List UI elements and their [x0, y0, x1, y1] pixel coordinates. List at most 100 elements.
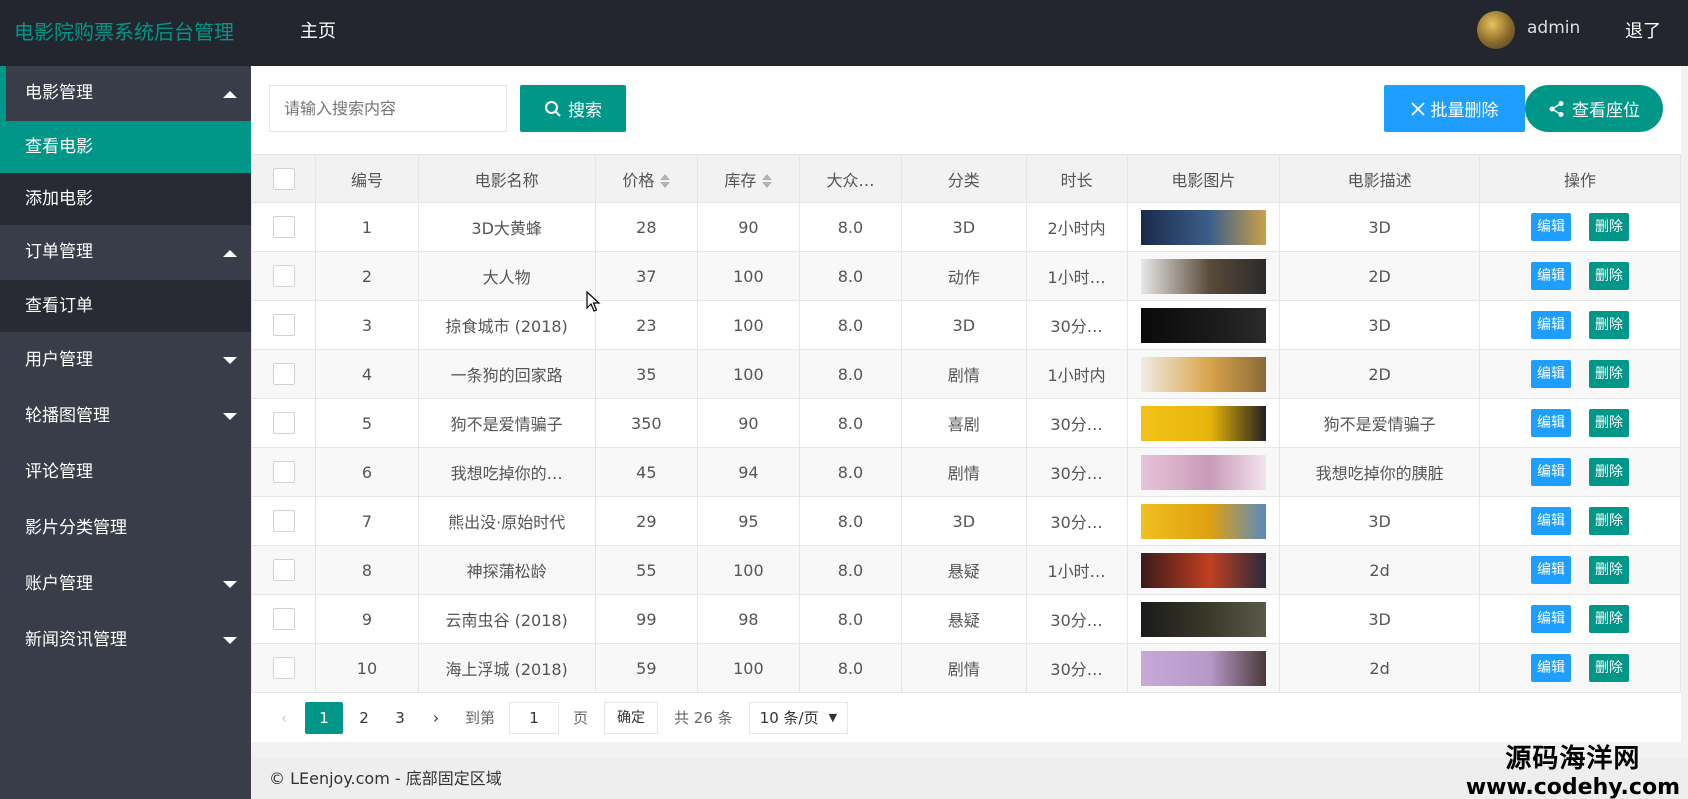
- checkbox-box: [272, 412, 295, 434]
- checkbox-box: [272, 363, 295, 385]
- select-all-checkbox[interactable]: [250, 154, 317, 203]
- cell-rating: 8.0: [798, 594, 902, 644]
- row-checkbox[interactable]: [250, 349, 317, 399]
- avatar[interactable]: [1477, 11, 1515, 49]
- logout-link[interactable]: 退了: [1625, 17, 1661, 43]
- cell-description: 狗不是爱情骗子: [1279, 398, 1480, 448]
- movie-poster-image[interactable]: [1140, 405, 1266, 441]
- mouse-cursor-icon: [586, 291, 601, 312]
- movie-poster-image[interactable]: [1140, 454, 1266, 490]
- dropdown-arrow-icon: ▼: [828, 710, 838, 724]
- goto-page-input[interactable]: 1: [509, 701, 560, 734]
- sidebar-item-add-movie[interactable]: 添加电影: [0, 173, 251, 225]
- cell-id: 9: [315, 594, 419, 644]
- sidebar-item-accounts[interactable]: 账户管理: [0, 556, 251, 612]
- sidebar-item-carousel[interactable]: 轮播图管理: [0, 388, 251, 444]
- close-icon: [1410, 101, 1425, 116]
- movie-poster-image[interactable]: [1140, 503, 1266, 539]
- row-checkbox[interactable]: [250, 251, 317, 301]
- sidebar-item-comments[interactable]: 评论管理: [0, 444, 251, 500]
- col-header-price[interactable]: 价格: [594, 154, 698, 203]
- confirm-page-button[interactable]: 确定: [604, 701, 659, 734]
- cell-id: 5: [315, 398, 419, 448]
- sidebar-item-view-orders[interactable]: 查看订单: [0, 280, 251, 332]
- view-seats-button[interactable]: 查看座位: [1525, 85, 1663, 132]
- delete-button[interactable]: 删除: [1589, 556, 1629, 584]
- next-page-chevron-right-icon[interactable]: ›: [421, 702, 451, 734]
- col-header-stock[interactable]: 库存: [696, 154, 800, 203]
- col-header-label: 价格: [622, 170, 655, 190]
- sidebar-item-label: 评论管理: [25, 462, 93, 482]
- delete-button[interactable]: 删除: [1589, 605, 1629, 633]
- cell-id: 7: [315, 496, 419, 546]
- row-checkbox[interactable]: [250, 594, 317, 644]
- search-button-label: 搜索: [568, 101, 602, 121]
- search-input[interactable]: [269, 85, 507, 132]
- cell-image: [1126, 594, 1281, 644]
- sidebar-item-view-movies[interactable]: 查看电影: [0, 121, 251, 173]
- sidebar-group-orders[interactable]: 订单管理: [0, 225, 251, 280]
- row-checkbox[interactable]: [250, 300, 317, 350]
- row-checkbox[interactable]: [250, 545, 317, 595]
- search-button[interactable]: 搜索: [520, 85, 626, 132]
- row-checkbox[interactable]: [250, 643, 317, 693]
- row-checkbox[interactable]: [250, 447, 317, 497]
- delete-button[interactable]: 删除: [1589, 654, 1629, 682]
- sidebar-group-movies[interactable]: 电影管理: [0, 66, 251, 121]
- delete-button[interactable]: 删除: [1589, 262, 1629, 290]
- cell-duration: 30分…: [1025, 496, 1128, 546]
- movie-poster-image[interactable]: [1140, 356, 1266, 392]
- cell-category: 3D: [900, 202, 1027, 252]
- edit-button[interactable]: 编辑: [1531, 507, 1571, 535]
- nav-home-link[interactable]: 主页: [300, 17, 336, 43]
- cell-actions: 编辑 删除: [1479, 496, 1681, 546]
- delete-button[interactable]: 删除: [1589, 409, 1629, 437]
- movie-poster-image[interactable]: [1140, 552, 1266, 588]
- delete-button[interactable]: 删除: [1589, 458, 1629, 486]
- delete-button[interactable]: 删除: [1589, 311, 1629, 339]
- row-checkbox[interactable]: [250, 496, 317, 546]
- checkbox-box: [272, 461, 295, 483]
- sidebar-item-categories[interactable]: 影片分类管理: [0, 500, 251, 556]
- page-link-1[interactable]: 1: [305, 701, 343, 734]
- edit-button[interactable]: 编辑: [1531, 556, 1571, 584]
- cell-image: [1126, 398, 1281, 448]
- movie-poster-image[interactable]: [1140, 258, 1266, 294]
- user-name[interactable]: admin: [1527, 18, 1580, 38]
- edit-button[interactable]: 编辑: [1531, 360, 1571, 388]
- cell-rating: 8.0: [798, 398, 902, 448]
- cell-name: 狗不是爱情骗子: [417, 398, 596, 448]
- edit-button[interactable]: 编辑: [1531, 654, 1571, 682]
- sidebar-item-news[interactable]: 新闻资讯管理: [0, 612, 251, 668]
- delete-button[interactable]: 删除: [1589, 360, 1629, 388]
- edit-button[interactable]: 编辑: [1531, 605, 1571, 633]
- per-page-select[interactable]: 10 条/页 ▼: [748, 701, 849, 734]
- movie-poster-image[interactable]: [1140, 307, 1266, 343]
- movie-poster-image[interactable]: [1140, 601, 1266, 637]
- cell-duration: 1小时…: [1025, 251, 1128, 301]
- edit-button[interactable]: 编辑: [1531, 213, 1571, 241]
- edit-button[interactable]: 编辑: [1531, 458, 1571, 486]
- row-checkbox[interactable]: [250, 202, 317, 252]
- sort-icon[interactable]: [660, 173, 671, 189]
- cell-id: 10: [315, 643, 419, 693]
- movie-poster-image[interactable]: [1140, 650, 1266, 686]
- page-link-2[interactable]: 2: [349, 702, 379, 734]
- edit-button[interactable]: 编辑: [1531, 409, 1571, 437]
- cell-description: 3D: [1279, 594, 1480, 644]
- prev-page-chevron-left-icon[interactable]: ‹: [269, 702, 299, 734]
- row-checkbox[interactable]: [250, 398, 317, 448]
- checkbox-box: [272, 265, 295, 287]
- delete-button[interactable]: 删除: [1589, 213, 1629, 241]
- edit-button[interactable]: 编辑: [1531, 262, 1571, 290]
- batch-delete-button[interactable]: 批量删除: [1384, 85, 1525, 132]
- app-title[interactable]: 电影院购票系统后台管理: [14, 16, 234, 45]
- movie-poster-image[interactable]: [1140, 209, 1266, 245]
- sidebar-item-users[interactable]: 用户管理: [0, 332, 251, 388]
- edit-button[interactable]: 编辑: [1531, 311, 1571, 339]
- cell-description: 3D: [1279, 202, 1480, 252]
- sort-icon[interactable]: [762, 173, 773, 189]
- cell-description: 2d: [1279, 643, 1480, 693]
- page-link-3[interactable]: 3: [385, 702, 415, 734]
- delete-button[interactable]: 删除: [1589, 507, 1629, 535]
